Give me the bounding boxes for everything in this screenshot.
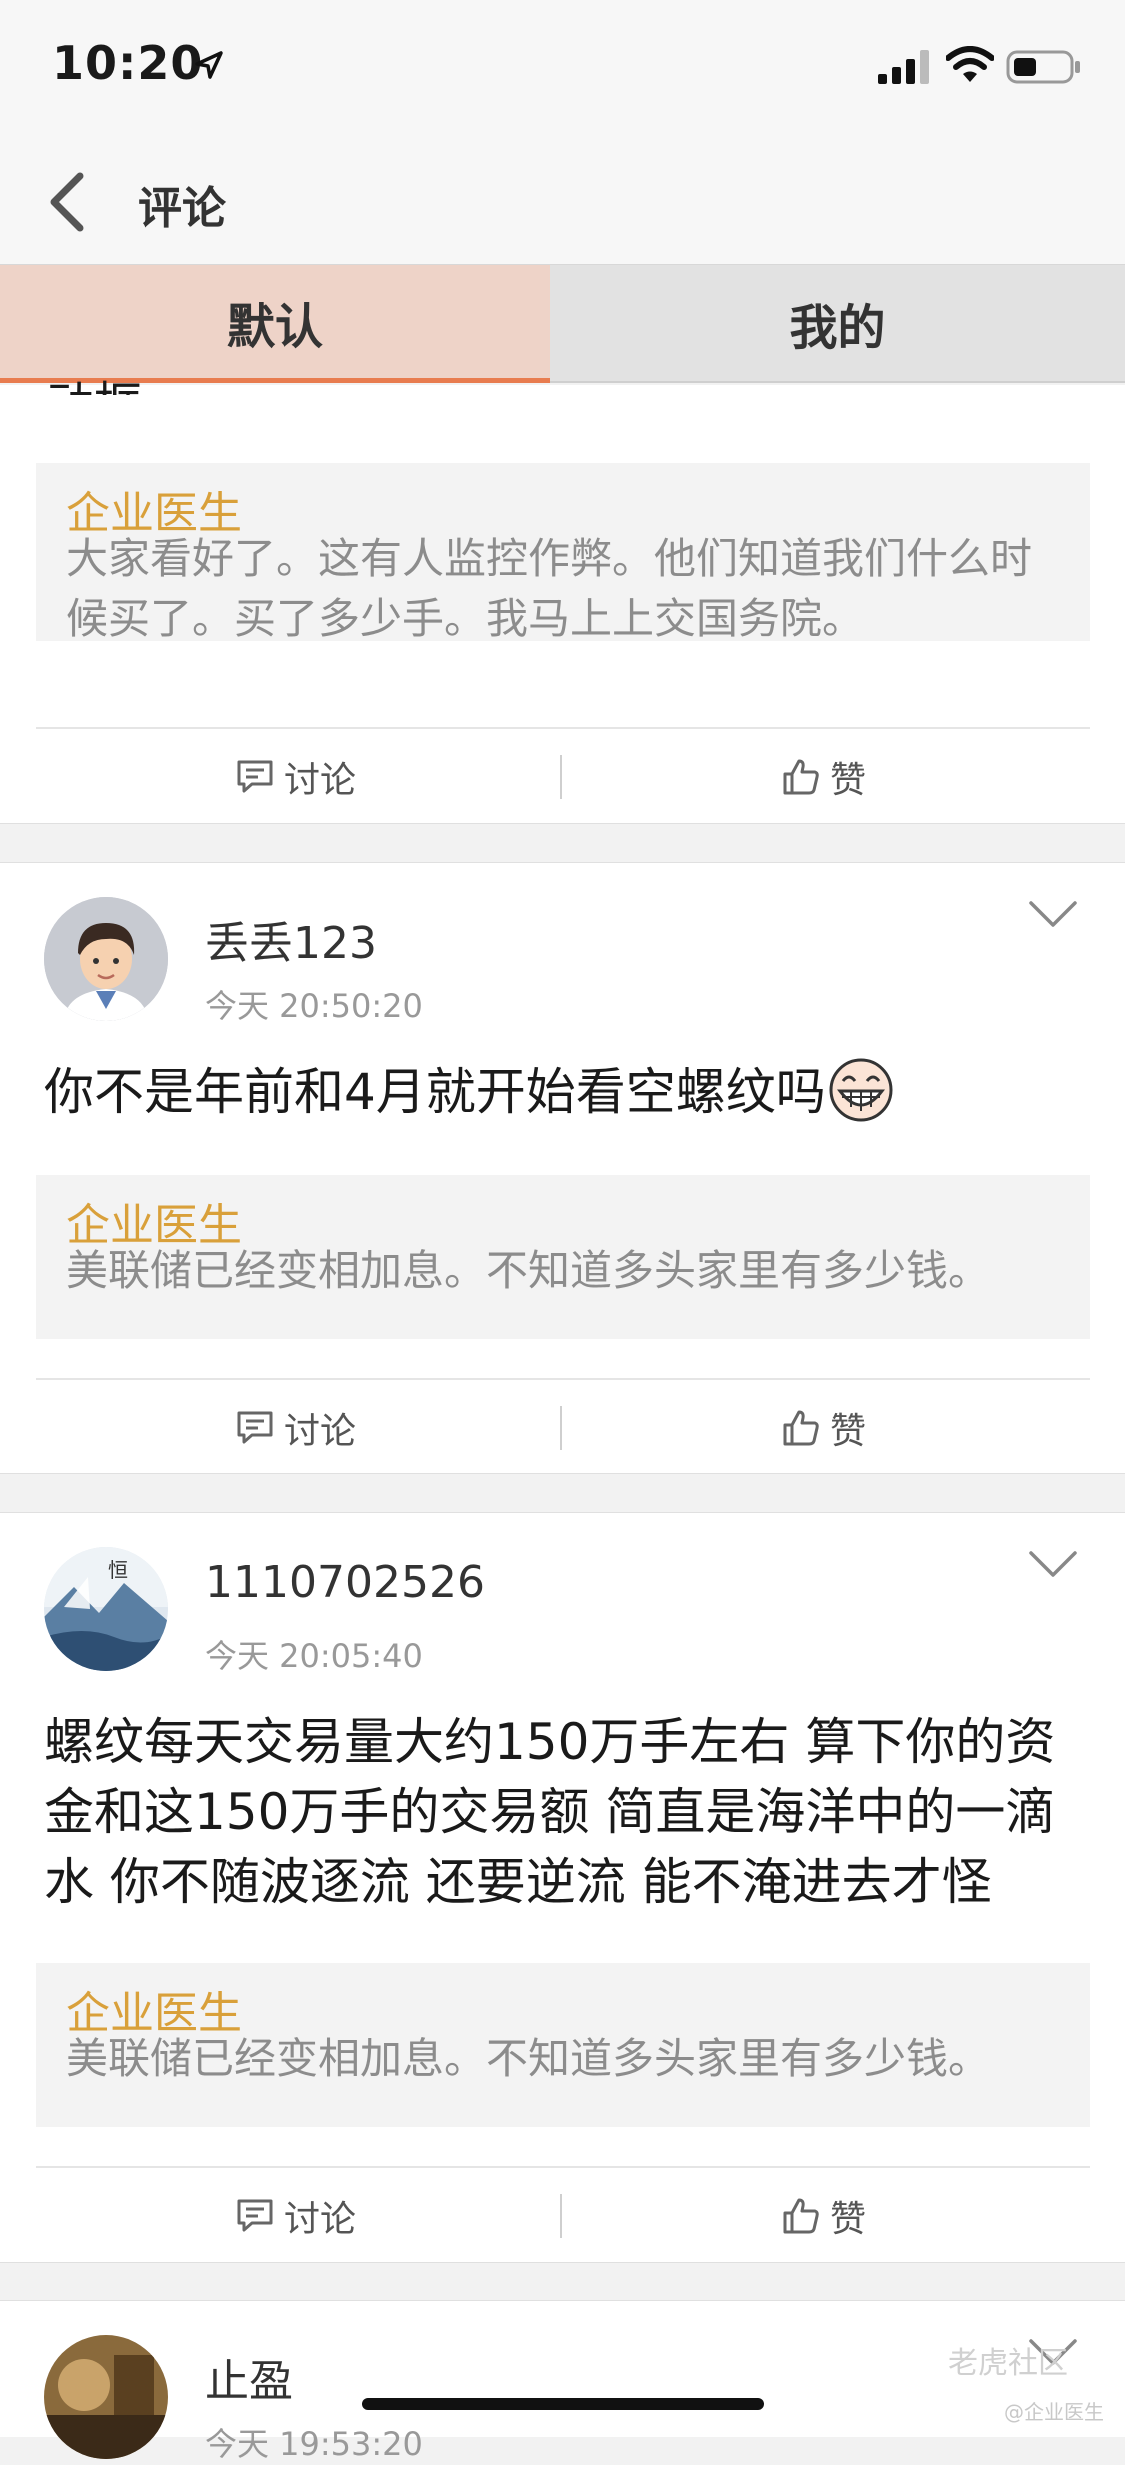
- chevron-down-icon[interactable]: [1028, 1549, 1078, 1579]
- action-bar: 讨论 赞: [0, 2168, 1125, 2264]
- tab-bar: 默认 我的: [0, 265, 1125, 383]
- avatar[interactable]: 恒: [44, 1547, 168, 1671]
- svg-text:恒: 恒: [108, 1558, 128, 1582]
- avatar-photo-icon: [44, 2335, 168, 2459]
- discuss-button[interactable]: 讨论: [236, 2168, 356, 2264]
- thumbs-up-icon: [783, 1410, 819, 1446]
- username[interactable]: 1110702526: [205, 1557, 485, 1608]
- username[interactable]: 止盈: [205, 2345, 293, 2409]
- status-bar: 10:20: [0, 0, 1125, 140]
- quote-block[interactable]: 企业医生 大家看好了。这有人监控作弊。他们知道我们什么时候买了。买了多少手。我马…: [36, 463, 1090, 643]
- back-chevron-icon[interactable]: [42, 170, 92, 234]
- discuss-button[interactable]: 讨论: [236, 1380, 356, 1476]
- like-button[interactable]: 赞: [782, 2168, 866, 2264]
- tab-mine[interactable]: 我的: [550, 265, 1125, 383]
- watermark-brand: 老虎社区: [948, 2346, 1068, 2381]
- post-time: 今天 20:05:40: [205, 1637, 423, 1675]
- like-label: 赞: [830, 1411, 867, 1452]
- comment-icon: [237, 760, 273, 793]
- avatar[interactable]: [44, 897, 168, 1021]
- quote-block[interactable]: 企业医生 美联储已经变相加息。不知道多头家里有多少钱。: [36, 1175, 1090, 1339]
- action-bar: 讨论 赞: [0, 729, 1125, 825]
- watermark-handle: @企业医生: [1004, 2400, 1104, 2424]
- grin-emoji-icon: [829, 1058, 893, 1122]
- action-bar: 讨论 赞: [0, 1380, 1125, 1476]
- quote-block[interactable]: 企业医生 美联储已经变相加息。不知道多头家里有多少钱。: [36, 1963, 1090, 2127]
- comment-icon: [237, 1411, 273, 1444]
- avatar-cartoon-icon: [44, 897, 168, 1021]
- comment-text: 你不是年前和4月就开始看空螺纹吗: [44, 1057, 1084, 1127]
- post-time: 今天 19:53:20: [205, 2425, 423, 2463]
- home-indicator[interactable]: [362, 2398, 764, 2410]
- quote-text: 大家看好了。这有人监控作弊。他们知道我们什么时候买了。买了多少手。我马上上交国务…: [66, 534, 1033, 643]
- avatar[interactable]: [44, 2335, 168, 2459]
- thumbs-up-icon: [783, 2198, 819, 2234]
- post-time: 今天 20:50:20: [205, 987, 423, 1025]
- location-arrow-icon: [195, 51, 223, 79]
- username[interactable]: 丢丢123: [205, 907, 377, 971]
- avatar-landscape-icon: 恒: [44, 1547, 168, 1671]
- comment-card: 动框 企业医生 大家看好了。这有人监控作弊。他们知道我们什么时候买了。买了多少手…: [0, 377, 1125, 825]
- comment-text-body: 你不是年前和4月就开始看空螺纹吗: [44, 1063, 826, 1121]
- action-separator: [560, 755, 562, 799]
- like-button[interactable]: 赞: [782, 1380, 866, 1476]
- like-button[interactable]: 赞: [782, 729, 866, 825]
- nav-bar: 评论: [0, 140, 1125, 266]
- discuss-label: 讨论: [284, 2199, 357, 2240]
- comment-card: 丢丢123 今天 20:50:20 你不是年前和4月就开始看空螺纹吗 企业医生 …: [0, 862, 1125, 1474]
- wifi-icon: [946, 46, 994, 82]
- action-separator: [560, 1406, 562, 1450]
- quote-text: 美联储已经变相加息。不知道多头家里有多少钱。: [66, 1246, 991, 1295]
- status-time: 10:20: [52, 36, 204, 90]
- comment-icon: [237, 2199, 273, 2232]
- quote-text: 美联储已经变相加息。不知道多头家里有多少钱。: [66, 2034, 991, 2083]
- comment-text-partial: 动框: [46, 365, 142, 395]
- chevron-down-icon[interactable]: [1028, 899, 1078, 929]
- like-label: 赞: [830, 760, 867, 801]
- thumbs-up-icon: [783, 759, 819, 795]
- battery-icon: [1006, 50, 1080, 84]
- page-title: 评论: [138, 183, 226, 234]
- discuss-label: 讨论: [284, 1411, 357, 1452]
- discuss-button[interactable]: 讨论: [236, 729, 356, 825]
- signal-icon: [878, 50, 929, 84]
- like-label: 赞: [830, 2199, 867, 2240]
- discuss-label: 讨论: [284, 760, 357, 801]
- comment-card: 恒 1110702526 今天 20:05:40 螺纹每天交易量大约150万手左…: [0, 1512, 1125, 2263]
- comment-text: 螺纹每天交易量大约150万手左右 算下你的资金和这150万手的交易额 简直是海洋…: [44, 1713, 1056, 1911]
- action-separator: [560, 2194, 562, 2238]
